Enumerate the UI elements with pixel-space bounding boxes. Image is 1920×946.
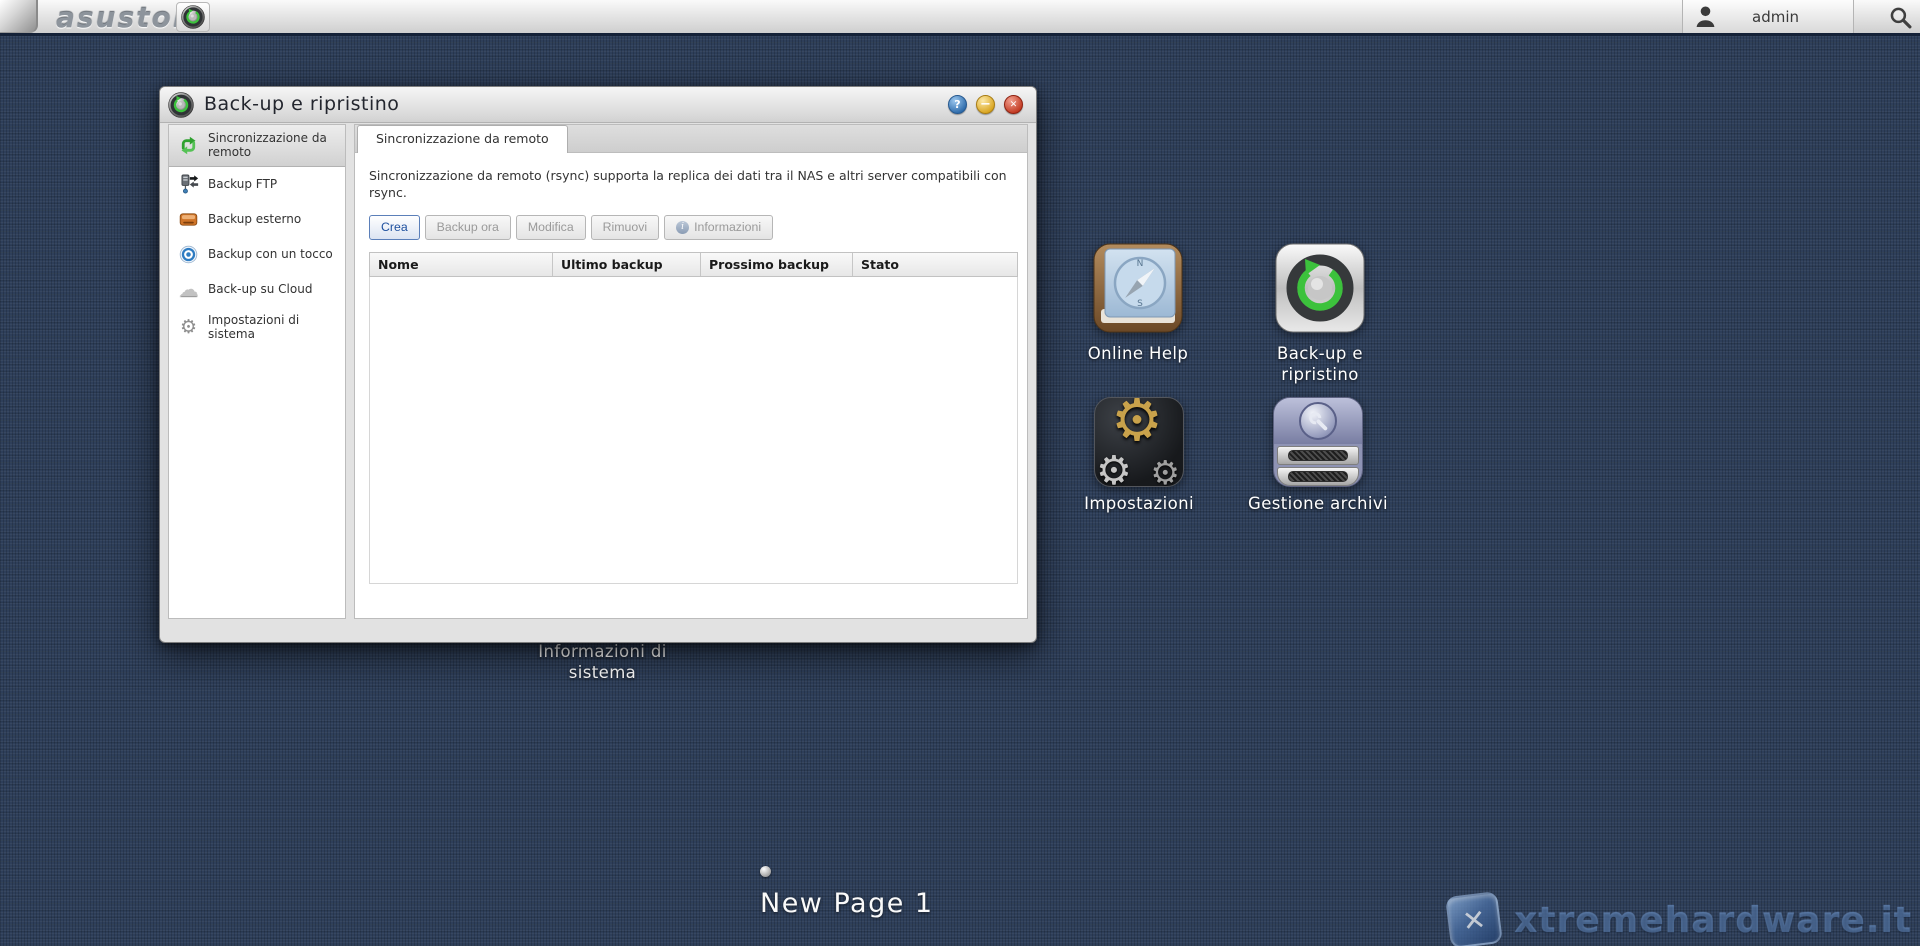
- table-body-empty[interactable]: [369, 277, 1018, 584]
- sidebar-item-impostazioni-di-sistema[interactable]: Impostazioni di sistema: [169, 307, 345, 348]
- backup-restore-icon: [1275, 243, 1365, 333]
- window-app-icon: [168, 92, 194, 118]
- desktop-icon-label: Gestione archivi: [1243, 494, 1393, 515]
- sidebar-item-sincronizzazione-da-remoto[interactable]: Sincronizzazione da remoto: [169, 125, 345, 167]
- modifica-button[interactable]: Modifica: [516, 215, 586, 240]
- storage-manager-icon-top: [1274, 398, 1362, 444]
- informazioni-button-label: Informazioni: [694, 220, 761, 234]
- info-icon: [676, 221, 689, 234]
- watermark-text: xtremehardware.it: [1514, 900, 1912, 941]
- silver-gear-icon: [1096, 451, 1132, 487]
- backup-jobs-table: Nome Ultimo backup Prossimo backup Stato: [369, 252, 1018, 584]
- xtremehardware-logo-icon: [1445, 891, 1503, 946]
- sidebar-item-backup-ftp[interactable]: Backup FTP: [169, 167, 345, 202]
- help-book-compass-icon: N S: [1093, 243, 1183, 333]
- desktop-icon-gestione-archivi[interactable]: Gestione archivi: [1243, 397, 1393, 515]
- window-sidebar: Sincronizzazione da remoto Backup FTP: [168, 124, 346, 619]
- column-header-ultimo-backup[interactable]: Ultimo backup: [553, 253, 701, 276]
- drive-bay: [1277, 467, 1359, 486]
- minimize-button[interactable]: −: [976, 95, 995, 114]
- desktop-icon-label: Impostazioni: [1064, 494, 1214, 515]
- main-content: Sincronizzazione da remoto (rsync) suppo…: [355, 153, 1027, 584]
- rimuovi-button[interactable]: Rimuovi: [591, 215, 659, 240]
- cloud-icon: [178, 279, 199, 300]
- one-touch-target-icon: [178, 244, 199, 265]
- search-button[interactable]: [1886, 3, 1914, 31]
- table-header-row: Nome Ultimo backup Prossimo backup Stato: [369, 252, 1018, 277]
- backup-ora-button[interactable]: Backup ora: [425, 215, 511, 240]
- desktop-icon-backup-ripristino[interactable]: Back-up e ripristino: [1245, 243, 1395, 385]
- toolbar: Crea Backup ora Modifica Rimuovi Informa…: [369, 215, 1013, 240]
- crea-button[interactable]: Crea: [369, 215, 420, 240]
- user-menu[interactable]: admin: [1682, 0, 1854, 33]
- backup-restore-app-icon: [181, 5, 205, 29]
- ftp-server-icon: [178, 174, 199, 195]
- logged-in-user: admin: [1716, 8, 1853, 26]
- taskbar-app-backup[interactable]: [176, 2, 210, 32]
- desktop-icon-label: Back-up e ripristino: [1245, 344, 1395, 385]
- sidebar-item-label: Backup con un tocco: [208, 247, 333, 261]
- page-caption: New Page 1: [760, 888, 934, 919]
- desktop-screen: asustor admin: [0, 0, 1920, 946]
- gold-gear-icon: [1111, 397, 1163, 449]
- informazioni-button[interactable]: Informazioni: [664, 215, 773, 240]
- wrench-badge-icon: [1299, 402, 1337, 440]
- page-bullet-dot: [760, 866, 771, 877]
- sidebar-item-label: Impostazioni di sistema: [208, 313, 341, 342]
- storage-manager-icon: [1273, 397, 1363, 487]
- sidebar-item-backup-su-cloud[interactable]: Back-up su Cloud: [169, 272, 345, 307]
- desktop-icon-impostazioni[interactable]: Impostazioni: [1064, 397, 1214, 515]
- silver-gear-icon: [1150, 456, 1180, 487]
- window-controls: ? − ✕: [948, 95, 1023, 114]
- column-header-stato[interactable]: Stato: [853, 253, 1017, 276]
- svg-text:N: N: [1137, 259, 1144, 269]
- close-button[interactable]: ✕: [1004, 95, 1023, 114]
- gear-icon: [178, 317, 199, 338]
- user-icon: [1695, 5, 1716, 28]
- backup-restore-window: Back-up e ripristino ? − ✕ Sincronizzazi…: [159, 86, 1037, 643]
- sidebar-item-backup-con-un-tocco[interactable]: Backup con un tocco: [169, 237, 345, 272]
- asustor-logo: asustor: [56, 1, 189, 34]
- window-title: Back-up e ripristino: [204, 93, 399, 115]
- sidebar-item-label: Backup esterno: [208, 212, 301, 226]
- external-drive-icon: [178, 209, 199, 230]
- green-sync-icon: [178, 135, 199, 156]
- column-header-nome[interactable]: Nome: [370, 253, 553, 276]
- x-logo-glyph: [1460, 902, 1487, 938]
- window-main-panel: Sincronizzazione da remoto Sincronizzazi…: [354, 124, 1028, 619]
- corner-handle[interactable]: [0, 0, 38, 33]
- search-icon: [1889, 6, 1912, 29]
- help-button[interactable]: ?: [948, 95, 967, 114]
- wrench-icon: [1307, 410, 1329, 432]
- column-header-prossimo-backup[interactable]: Prossimo backup: [701, 253, 853, 276]
- svg-text:S: S: [1137, 299, 1143, 309]
- sidebar-item-backup-esterno[interactable]: Backup esterno: [169, 202, 345, 237]
- drive-bay-vent: [1288, 450, 1349, 461]
- top-bar: asustor admin: [0, 0, 1920, 36]
- desktop-icon-online-help[interactable]: N S Online Help: [1063, 243, 1213, 365]
- sidebar-item-label: Sincronizzazione da remoto: [208, 131, 341, 160]
- settings-gears-icon: [1094, 397, 1184, 487]
- tab-sincronizzazione-da-remoto[interactable]: Sincronizzazione da remoto: [357, 125, 568, 153]
- sidebar-item-label: Backup FTP: [208, 177, 277, 191]
- watermark: xtremehardware.it: [1448, 894, 1912, 946]
- desktop-icon-label: Informazioni di sistema: [520, 642, 685, 683]
- sidebar-item-label: Back-up su Cloud: [208, 282, 312, 296]
- drive-bay: [1277, 446, 1359, 465]
- tab-strip: Sincronizzazione da remoto: [355, 125, 1027, 153]
- description-text: Sincronizzazione da remoto (rsync) suppo…: [369, 168, 1013, 202]
- drive-bay-vent: [1288, 471, 1349, 482]
- window-titlebar[interactable]: Back-up e ripristino ? − ✕: [160, 87, 1036, 123]
- desktop-icon-label: Online Help: [1063, 344, 1213, 365]
